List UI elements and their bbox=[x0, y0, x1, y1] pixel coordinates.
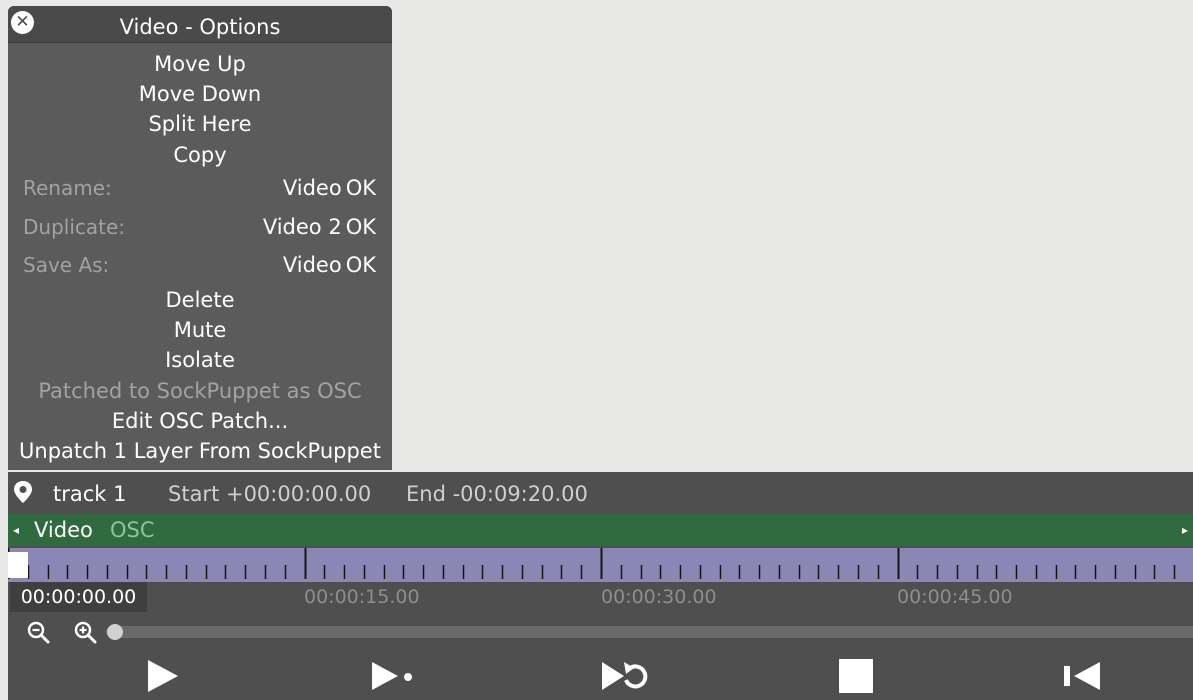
unpatch-button[interactable]: Unpatch 1 Layer From SockPuppet bbox=[8, 439, 392, 463]
duplicate-input[interactable]: Video 2 bbox=[263, 215, 342, 239]
play-icon[interactable] bbox=[138, 656, 186, 696]
time-label-30s: 00:00:30.00 bbox=[601, 586, 717, 608]
zoom-slider-thumb[interactable] bbox=[107, 624, 123, 640]
rename-ok-button[interactable]: OK bbox=[346, 176, 376, 200]
layer-name[interactable]: Video bbox=[34, 518, 93, 542]
rewind-icon[interactable] bbox=[1058, 656, 1106, 696]
zoom-out-icon[interactable] bbox=[26, 620, 50, 644]
rename-label: Rename: bbox=[23, 176, 112, 200]
track-end-time: End -00:09:20.00 bbox=[406, 482, 588, 506]
mute-button[interactable]: Mute bbox=[8, 318, 392, 342]
copy-button[interactable]: Copy bbox=[8, 143, 392, 167]
video-options-panel: ✕ Video - Options Move Up Move Down Spli… bbox=[8, 6, 392, 470]
zoom-row bbox=[8, 618, 1193, 644]
pin-icon[interactable] bbox=[12, 480, 34, 504]
isolate-button[interactable]: Isolate bbox=[8, 348, 392, 372]
ruler-ticks bbox=[8, 548, 1176, 579]
save-as-input[interactable]: Video bbox=[283, 253, 342, 277]
save-as-label: Save As: bbox=[23, 253, 110, 277]
track-start-time: Start +00:00:00.00 bbox=[168, 482, 372, 506]
time-label-45s: 00:00:45.00 bbox=[897, 586, 1013, 608]
zoom-slider-track[interactable] bbox=[106, 626, 1193, 638]
edit-osc-patch-button[interactable]: Edit OSC Patch... bbox=[8, 409, 392, 433]
track-header: track 1 Start +00:00:00.00 End -00:09:20… bbox=[8, 472, 1193, 514]
layer-tag: OSC bbox=[110, 518, 155, 542]
stop-icon[interactable] bbox=[832, 656, 880, 696]
delete-button[interactable]: Delete bbox=[8, 288, 392, 312]
scroll-left-icon[interactable]: ◂ bbox=[13, 523, 19, 537]
track-area: track 1 Start +00:00:00.00 End -00:09:20… bbox=[8, 472, 1193, 700]
move-up-button[interactable]: Move Up bbox=[8, 52, 392, 76]
current-time: 00:00:00.00 bbox=[10, 582, 147, 612]
timeline-labels: 00:00:00.00 00:00:15.00 00:00:30.00 00:0… bbox=[8, 582, 1193, 612]
play-to-cue-icon[interactable] bbox=[368, 656, 416, 696]
duplicate-label: Duplicate: bbox=[23, 215, 126, 239]
time-label-15s: 00:00:15.00 bbox=[304, 586, 420, 608]
track-name[interactable]: track 1 bbox=[53, 482, 126, 506]
panel-header: ✕ Video - Options bbox=[8, 6, 392, 43]
zoom-in-icon[interactable] bbox=[73, 620, 97, 644]
rename-input[interactable]: Video bbox=[283, 176, 342, 200]
move-down-button[interactable]: Move Down bbox=[8, 82, 392, 106]
split-here-button[interactable]: Split Here bbox=[8, 112, 392, 136]
timeline-ruler[interactable] bbox=[8, 548, 1193, 582]
loop-icon[interactable] bbox=[600, 656, 648, 696]
panel-title: Video - Options bbox=[119, 15, 281, 39]
save-as-ok-button[interactable]: OK bbox=[346, 253, 376, 277]
transport-controls bbox=[8, 652, 1193, 700]
playhead[interactable] bbox=[8, 552, 28, 578]
patch-status-text: Patched to SockPuppet as OSC bbox=[38, 379, 362, 403]
layer-bar[interactable]: ◂ Video OSC ▸ bbox=[8, 514, 1193, 546]
scroll-right-icon[interactable]: ▸ bbox=[1182, 523, 1188, 537]
duplicate-ok-button[interactable]: OK bbox=[346, 215, 376, 239]
